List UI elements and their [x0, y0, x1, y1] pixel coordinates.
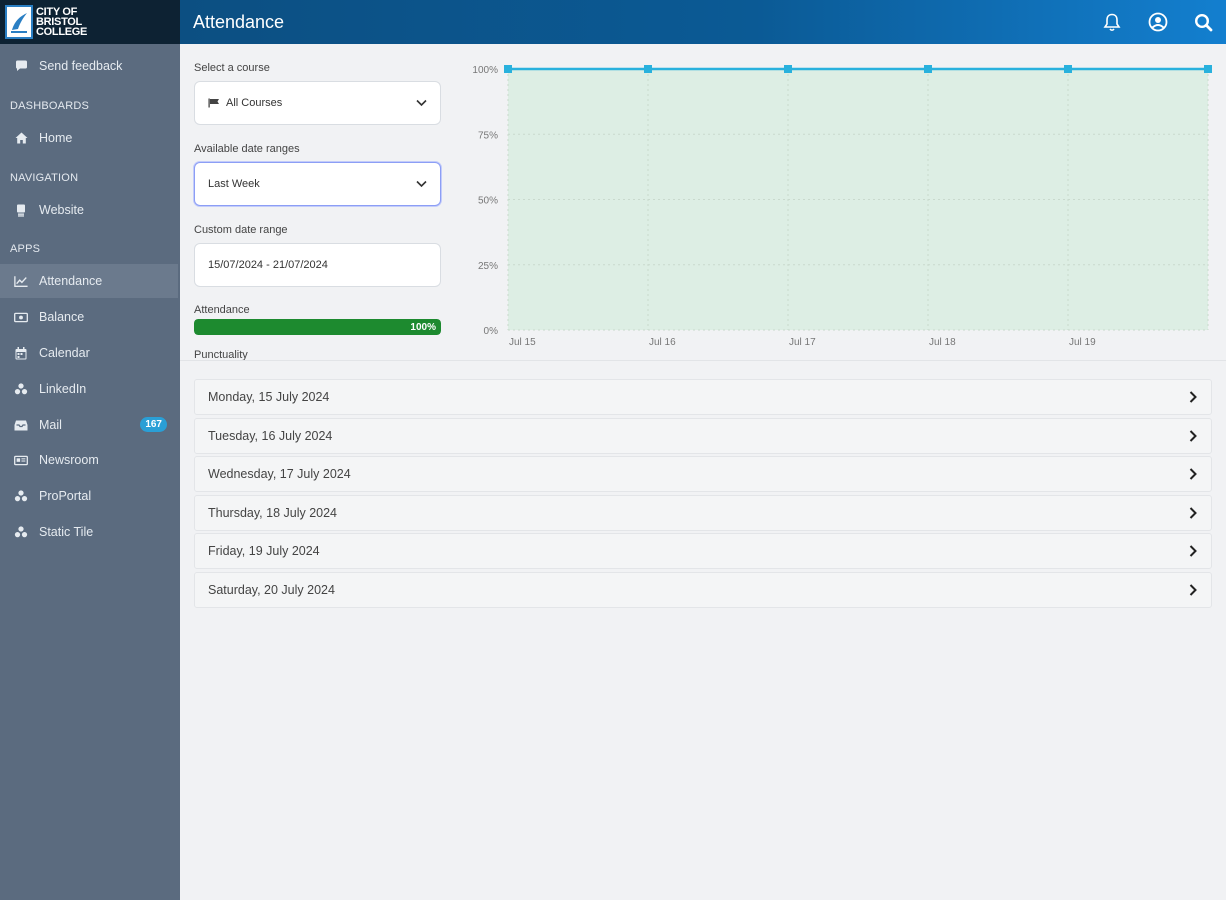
day-row[interactable]: Monday, 15 July 2024: [194, 379, 1212, 415]
link-tile-icon: [14, 489, 28, 503]
day-row[interactable]: Thursday, 18 July 2024: [194, 494, 1212, 531]
y-tick-label: 0%: [484, 326, 499, 337]
attendance-progress-fill: 100%: [194, 319, 441, 335]
chart-data-point: [644, 65, 652, 73]
x-tick-label: Jul 16: [649, 337, 676, 348]
x-tick-label: Jul 18: [929, 337, 956, 348]
logo-line-3: COLLEGE: [36, 26, 88, 38]
line-chart-icon: [14, 274, 28, 288]
chat-bubble-icon: [14, 59, 28, 73]
sidebar-item-label: Send feedback: [39, 59, 123, 73]
day-row-label: Saturday, 20 July 2024: [208, 583, 335, 597]
custom-date-range-value: 15/07/2024 - 21/07/2024: [208, 259, 328, 271]
college-logo-icon: [5, 5, 33, 39]
chart-data-point: [504, 65, 512, 73]
chevron-down-icon: [416, 179, 427, 191]
course-select-value: All Courses: [226, 97, 283, 109]
college-logo-text: CITY OF BRISTOL COLLEGE: [36, 7, 88, 38]
chart-data-point: [924, 65, 932, 73]
sidebar-item-label: ProPortal: [39, 489, 92, 503]
sidebar-item-label: Newsroom: [39, 453, 99, 467]
sidebar-item-linkedin[interactable]: LinkedIn: [0, 372, 180, 406]
day-row-label: Tuesday, 16 July 2024: [208, 428, 333, 443]
sidebar-item-calendar[interactable]: Calendar: [0, 336, 180, 370]
section-divider: [180, 360, 1226, 361]
custom-range-label: Custom date range: [194, 224, 288, 236]
sidebar-item-label: Attendance: [39, 274, 103, 288]
y-tick-label: 100%: [472, 65, 498, 76]
sidebar-item-label: Mail: [39, 418, 62, 432]
chevron-right-icon: [1189, 468, 1197, 483]
y-tick-label: 25%: [478, 261, 498, 272]
chevron-right-icon: [1189, 507, 1197, 522]
day-row-label: Thursday, 18 July 2024: [208, 505, 338, 520]
day-row-label: Wednesday, 17 July 2024: [208, 467, 351, 482]
sidebar-item-home[interactable]: Home: [0, 121, 180, 155]
course-select[interactable]: All Courses: [194, 81, 441, 125]
x-tick-label: Jul 19: [1069, 337, 1096, 348]
chevron-right-icon: [1189, 584, 1197, 599]
x-tick-label: Jul 17: [789, 337, 816, 348]
logo-area: CITY OF BRISTOL COLLEGE: [0, 0, 180, 44]
sidebar-item-label: Balance: [39, 310, 85, 324]
inbox-icon: [14, 418, 28, 432]
x-tick-label: Jul 15: [509, 337, 536, 348]
date-range-value: Last Week: [208, 178, 260, 190]
chart-data-point: [1204, 65, 1212, 73]
chart-data-point: [1064, 65, 1072, 73]
attendance-percent: 100%: [410, 321, 436, 333]
course-label: Select a course: [194, 62, 270, 74]
day-row[interactable]: Wednesday, 17 July 2024: [194, 456, 1212, 493]
bell-icon[interactable]: [1102, 12, 1122, 32]
day-row[interactable]: Saturday, 20 July 2024: [194, 572, 1212, 608]
day-row[interactable]: Tuesday, 16 July 2024: [194, 417, 1212, 454]
sidebar-item-newsroom[interactable]: Newsroom: [0, 443, 180, 477]
attendance-chart: 100% 75% 50% 25% 0% Jul 15 Jul 16 Jul 17 Jul 18 J…: [472, 65, 1212, 348]
section-dashboards: DASHBOARDS: [10, 100, 90, 112]
sidebar-item-static-tile[interactable]: Static Tile: [0, 515, 180, 549]
top-header: Attendance: [180, 0, 1226, 44]
mail-count-badge: 167: [140, 417, 167, 432]
custom-date-range-input[interactable]: 15/07/2024 - 21/07/2024: [194, 243, 441, 287]
day-row-label: Monday, 15 July 2024: [208, 390, 330, 404]
newspaper-icon: [14, 453, 28, 467]
bookmark-icon: [14, 203, 28, 217]
day-row-label: Friday, 19 July 2024: [208, 544, 320, 559]
date-range-label: Available date ranges: [194, 143, 300, 155]
sidebar-item-send-feedback[interactable]: Send feedback: [0, 49, 180, 83]
course-flag-icon: [208, 98, 220, 108]
section-navigation: NAVIGATION: [10, 172, 79, 184]
link-tile-icon: [14, 525, 28, 539]
attendance-label: Attendance: [194, 304, 250, 316]
y-tick-label: 50%: [478, 196, 498, 207]
date-range-select[interactable]: Last Week: [194, 162, 441, 206]
sidebar-item-label: Home: [39, 131, 73, 145]
search-icon[interactable]: [1193, 12, 1213, 32]
chevron-right-icon: [1189, 391, 1197, 406]
chevron-down-icon: [416, 98, 427, 110]
calendar-icon: [14, 346, 28, 360]
sidebar-item-attendance[interactable]: Attendance: [0, 264, 178, 298]
link-tile-icon: [14, 382, 28, 396]
sidebar-item-balance[interactable]: Balance: [0, 300, 180, 334]
sidebar-item-label: Static Tile: [39, 525, 94, 539]
user-circle-icon[interactable]: [1148, 12, 1168, 32]
chevron-right-icon: [1189, 429, 1197, 445]
attendance-progress-bar: 100%: [194, 319, 441, 335]
sidebar-item-mail[interactable]: Mail 167: [0, 408, 180, 442]
chart-data-point: [784, 65, 792, 73]
section-apps: APPS: [10, 243, 41, 255]
sidebar-item-label: Website: [39, 203, 84, 217]
day-row[interactable]: Friday, 19 July 2024: [194, 533, 1212, 570]
sidebar-item-label: Calendar: [39, 346, 90, 360]
y-tick-label: 75%: [478, 130, 498, 141]
money-icon: [14, 310, 28, 324]
home-icon: [14, 131, 28, 145]
sidebar-item-website[interactable]: Website: [0, 193, 180, 227]
sidebar-item-proportal[interactable]: ProPortal: [0, 479, 180, 513]
sidebar-item-label: LinkedIn: [39, 382, 87, 396]
page-title: Attendance: [193, 11, 285, 32]
chevron-right-icon: [1189, 545, 1197, 560]
sidebar: CITY OF BRISTOL COLLEGE Send feedback DA…: [0, 0, 180, 900]
